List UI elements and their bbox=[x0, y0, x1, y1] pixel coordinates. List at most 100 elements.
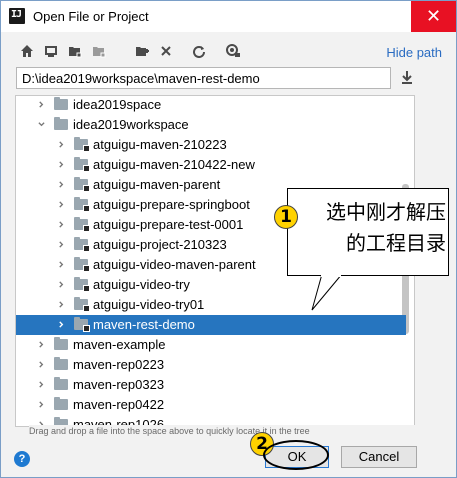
module-badge-icon bbox=[83, 245, 90, 252]
tree-row[interactable]: maven-rest-demo bbox=[16, 315, 406, 335]
app-icon-text: IJ bbox=[11, 9, 22, 20]
download-button[interactable] bbox=[399, 69, 417, 87]
refresh-icon bbox=[193, 46, 205, 58]
tree-row-label: idea2019space bbox=[73, 97, 162, 112]
module-folder-icon bbox=[74, 277, 90, 292]
desktop-icon bbox=[45, 46, 57, 57]
tree-row[interactable]: idea2019workspace bbox=[16, 115, 406, 135]
new-folder-icon bbox=[136, 47, 149, 56]
home-button[interactable] bbox=[17, 41, 37, 61]
close-button[interactable]: ✕ bbox=[411, 1, 456, 32]
download-icon bbox=[402, 71, 412, 84]
module-folder-icon bbox=[74, 177, 90, 192]
chevron-right-icon[interactable] bbox=[38, 341, 45, 348]
chevron-right-icon[interactable] bbox=[38, 101, 45, 108]
tree-row-label: atguigu-prepare-springboot bbox=[93, 197, 250, 212]
tree-row-label: idea2019workspace bbox=[73, 117, 189, 132]
toolbar: Hide path bbox=[1, 37, 456, 65]
hide-path-link[interactable]: Hide path bbox=[386, 45, 442, 60]
chevron-right-icon[interactable] bbox=[58, 281, 65, 288]
project-folder-button[interactable] bbox=[65, 41, 85, 61]
chevron-right-icon[interactable] bbox=[38, 361, 45, 368]
tree-row-label: atguigu-video-maven-parent bbox=[93, 257, 256, 272]
chevron-right-icon[interactable] bbox=[58, 181, 65, 188]
chevron-right-icon[interactable] bbox=[58, 321, 65, 328]
folder-icon bbox=[54, 397, 68, 410]
folder-icon bbox=[54, 117, 68, 130]
module-folder-icon bbox=[74, 137, 90, 152]
module-badge-icon bbox=[83, 325, 90, 332]
module-folder-icon bbox=[74, 297, 90, 312]
module-folder-icon bbox=[93, 47, 106, 58]
chevron-right-icon[interactable] bbox=[38, 381, 45, 388]
callout-text: 选中刚才解压 的工程目录 bbox=[302, 197, 446, 259]
module-badge-icon bbox=[83, 265, 90, 272]
module-badge-icon bbox=[83, 225, 90, 232]
tree-row[interactable]: maven-rep0223 bbox=[16, 355, 406, 375]
cancel-button[interactable]: Cancel bbox=[341, 446, 417, 468]
help-button[interactable]: ? bbox=[14, 451, 30, 467]
window-title: Open File or Project bbox=[33, 9, 149, 24]
folder-icon bbox=[54, 377, 68, 390]
chevron-right-icon[interactable] bbox=[58, 301, 65, 308]
chevron-right-icon[interactable] bbox=[38, 401, 45, 408]
chevron-right-icon[interactable] bbox=[58, 261, 65, 268]
chevron-right-icon[interactable] bbox=[58, 241, 65, 248]
folder-icon bbox=[54, 357, 68, 370]
chevron-right-icon[interactable] bbox=[58, 201, 65, 208]
tree-row-label: atguigu-maven-210223 bbox=[93, 137, 227, 152]
tree-row[interactable]: atguigu-maven-210223 bbox=[16, 135, 406, 155]
tree-row-label: atguigu-prepare-test-0001 bbox=[93, 217, 244, 232]
delete-icon bbox=[161, 46, 171, 56]
module-badge-icon bbox=[83, 205, 90, 212]
tree-row-label: atguigu-video-try01 bbox=[93, 297, 205, 312]
refresh-button[interactable] bbox=[189, 41, 209, 61]
desktop-button[interactable] bbox=[41, 41, 61, 61]
module-badge-icon bbox=[83, 285, 90, 292]
path-input[interactable]: D:\idea2019workspace\maven-rest-demo bbox=[16, 67, 391, 89]
tree-row[interactable]: idea2019space bbox=[16, 96, 406, 115]
module-badge-icon bbox=[83, 165, 90, 172]
folder-icon bbox=[54, 337, 68, 350]
show-hidden-icon bbox=[226, 44, 240, 57]
callout-line-2: 的工程目录 bbox=[346, 231, 446, 255]
module-badge-icon bbox=[83, 305, 90, 312]
chevron-right-icon[interactable] bbox=[58, 221, 65, 228]
folder-icon bbox=[54, 97, 68, 110]
chevron-right-icon[interactable] bbox=[58, 161, 65, 168]
module-folder-icon bbox=[74, 257, 90, 272]
tree-row[interactable]: maven-example bbox=[16, 335, 406, 355]
module-badge-icon bbox=[83, 185, 90, 192]
module-folder-button[interactable] bbox=[89, 41, 109, 61]
tree-row-label: maven-rep0323 bbox=[73, 377, 165, 392]
title-bar: IJ Open File or Project ✕ bbox=[1, 1, 456, 32]
drag-drop-hint: Drag and drop a file into the space abov… bbox=[29, 425, 429, 437]
tree-row-label: maven-rest-demo bbox=[93, 317, 195, 332]
tree-row-label: atguigu-maven-210422-new bbox=[93, 157, 255, 172]
module-folder-icon bbox=[74, 217, 90, 232]
intellij-app-icon: IJ bbox=[9, 8, 25, 24]
tree-row[interactable]: maven-rep0422 bbox=[16, 395, 406, 415]
close-icon: ✕ bbox=[425, 6, 442, 26]
tree-row[interactable]: maven-rep0323 bbox=[16, 375, 406, 395]
callout-line-1: 选中刚才解压 bbox=[326, 200, 446, 224]
tree-row-label: maven-example bbox=[73, 337, 166, 352]
module-folder-icon bbox=[74, 197, 90, 212]
tree-row-label: atguigu-maven-parent bbox=[93, 177, 221, 192]
home-icon bbox=[21, 45, 33, 57]
delete-button[interactable] bbox=[156, 41, 176, 61]
new-folder-button[interactable] bbox=[132, 41, 152, 61]
show-hidden-button[interactable] bbox=[223, 41, 243, 61]
tree-row[interactable]: atguigu-maven-210422-new bbox=[16, 155, 406, 175]
tree-row[interactable]: atguigu-video-try bbox=[16, 275, 406, 295]
tree-row-label: maven-rep0223 bbox=[73, 357, 165, 372]
chevron-down-icon[interactable] bbox=[38, 121, 45, 128]
module-badge-icon bbox=[83, 145, 90, 152]
tree-row[interactable]: atguigu-video-try01 bbox=[16, 295, 406, 315]
annotation-marker-1: 1 bbox=[274, 205, 298, 229]
chevron-right-icon[interactable] bbox=[58, 141, 65, 148]
tree-row-label: atguigu-video-try bbox=[93, 277, 190, 292]
module-folder-icon bbox=[74, 237, 90, 252]
project-folder-icon bbox=[69, 47, 82, 58]
module-folder-icon bbox=[74, 157, 90, 172]
